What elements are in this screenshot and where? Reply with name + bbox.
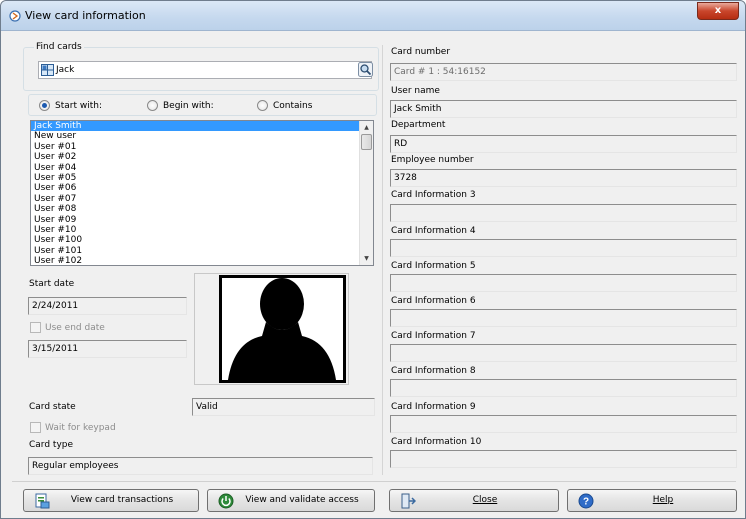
scroll-thumb[interactable] xyxy=(361,134,372,150)
card-number-value: Card # 1 : 54:16152 xyxy=(394,67,486,77)
grid-icon xyxy=(41,64,54,76)
user-name-value: Jack Smith xyxy=(394,104,442,114)
card-info-3-label: Card Information 3 xyxy=(391,190,476,200)
help-label: Help xyxy=(652,495,674,505)
card-info-5-field xyxy=(390,274,737,292)
user-listbox[interactable]: Jack Smith New user User #01 User #02 User #… xyxy=(30,120,374,266)
card-info-4-label: Card Information 4 xyxy=(391,226,476,236)
card-state-label: Card state xyxy=(29,402,76,412)
list-item[interactable]: User #101 xyxy=(31,246,373,256)
user-photo xyxy=(219,275,346,383)
search-input[interactable]: Jack xyxy=(38,61,372,79)
magnifier-icon[interactable] xyxy=(358,62,373,77)
close-button[interactable]: Close xyxy=(389,489,559,512)
user-list-items: Jack Smith New user User #01 User #02 User #… xyxy=(31,121,373,265)
view-validate-button[interactable]: View and validate access xyxy=(207,489,375,512)
wait-keypad-label: Wait for keypad xyxy=(45,423,116,433)
card-number-field: Card # 1 : 54:16152 xyxy=(390,63,737,81)
list-item[interactable]: User #07 xyxy=(31,194,373,204)
start-date-value: 2/24/2011 xyxy=(32,301,79,311)
list-item[interactable]: User #100 xyxy=(31,235,373,245)
card-info-5-label: Card Information 5 xyxy=(391,261,476,271)
list-scrollbar[interactable]: ▲ ▼ xyxy=(359,121,373,265)
card-info-8-label: Card Information 8 xyxy=(391,366,476,376)
employee-number-value: 3728 xyxy=(394,173,417,183)
card-type-label: Card type xyxy=(29,440,74,450)
photo-frame xyxy=(194,273,349,385)
card-info-10-label: Card Information 10 xyxy=(391,437,482,447)
list-item[interactable]: New user xyxy=(31,131,373,141)
card-info-7-label: Card Information 7 xyxy=(391,331,476,341)
card-info-6-label: Card Information 6 xyxy=(391,296,476,306)
list-item[interactable]: Jack Smith xyxy=(31,121,373,132)
employee-number-field: 3728 xyxy=(390,169,737,187)
card-info-window: View card information x Find cards Jack … xyxy=(0,0,746,519)
department-label: Department xyxy=(391,120,446,130)
close-label: Close xyxy=(472,495,498,505)
list-item[interactable]: User #04 xyxy=(31,163,373,173)
employee-number-label: Employee number xyxy=(391,155,474,165)
find-cards-label: Find cards xyxy=(34,42,84,52)
view-transactions-button[interactable]: View card transactions xyxy=(23,489,199,512)
start-date-field[interactable]: 2/24/2011 xyxy=(28,297,187,315)
list-item[interactable]: User #10 xyxy=(31,225,373,235)
column-divider xyxy=(382,45,383,475)
report-icon xyxy=(34,493,50,509)
department-value: RD xyxy=(394,139,408,149)
card-info-7-field xyxy=(390,344,737,362)
start-with-label: Start with: xyxy=(55,101,102,111)
card-type-value: Regular employees xyxy=(32,461,119,471)
list-item[interactable]: User #01 xyxy=(31,142,373,152)
begin-with-radio[interactable] xyxy=(147,100,158,111)
list-item[interactable]: User #05 xyxy=(31,173,373,183)
use-end-date-checkbox[interactable] xyxy=(30,322,41,333)
card-state-value: Valid xyxy=(196,402,218,412)
list-item[interactable]: User #06 xyxy=(31,183,373,193)
help-icon: ? xyxy=(578,493,594,509)
use-end-date-label: Use end date xyxy=(45,323,105,333)
svg-text:?: ? xyxy=(583,497,589,508)
title-bar: View card information x xyxy=(1,1,745,31)
card-info-4-field xyxy=(390,239,737,257)
start-with-radio[interactable] xyxy=(39,100,50,111)
list-item[interactable]: User #08 xyxy=(31,204,373,214)
department-field: RD xyxy=(390,135,737,153)
help-button[interactable]: ? Help xyxy=(567,489,737,512)
card-type-field: Regular employees xyxy=(28,457,373,475)
silhouette-icon xyxy=(228,278,336,380)
list-item[interactable]: User #102 xyxy=(31,256,373,265)
end-date-field[interactable]: 3/15/2011 xyxy=(28,340,187,358)
list-item[interactable]: User #09 xyxy=(31,215,373,225)
view-validate-label: View and validate access xyxy=(245,495,359,505)
card-number-label: Card number xyxy=(391,47,451,57)
end-date-value: 3/15/2011 xyxy=(32,344,79,354)
card-info-8-field xyxy=(390,379,737,397)
card-info-10-field xyxy=(390,450,737,468)
card-info-3-field xyxy=(390,204,737,222)
contains-radio[interactable] xyxy=(257,100,268,111)
start-date-label: Start date xyxy=(29,279,75,289)
power-icon xyxy=(218,493,234,509)
wait-keypad-checkbox[interactable] xyxy=(30,422,41,433)
bottom-separator xyxy=(12,481,736,482)
card-state-field: Valid xyxy=(192,398,375,416)
window-close-button[interactable]: x xyxy=(697,2,739,20)
search-value: Jack xyxy=(56,65,75,75)
scroll-up-icon[interactable]: ▲ xyxy=(360,121,373,134)
exit-door-icon xyxy=(400,493,417,509)
view-transactions-label: View card transactions xyxy=(70,495,174,505)
scroll-down-icon[interactable]: ▼ xyxy=(360,252,373,265)
card-info-9-field xyxy=(390,415,737,433)
card-info-6-field xyxy=(390,309,737,327)
user-name-field: Jack Smith xyxy=(390,100,737,118)
close-icon: x xyxy=(714,5,722,16)
user-name-label: User name xyxy=(391,86,440,96)
begin-with-label: Begin with: xyxy=(163,101,214,111)
card-info-9-label: Card Information 9 xyxy=(391,402,476,412)
keycard-icon xyxy=(9,10,21,22)
window-title: View card information xyxy=(25,9,146,22)
list-item[interactable]: User #02 xyxy=(31,152,373,162)
contains-label: Contains xyxy=(273,101,313,111)
